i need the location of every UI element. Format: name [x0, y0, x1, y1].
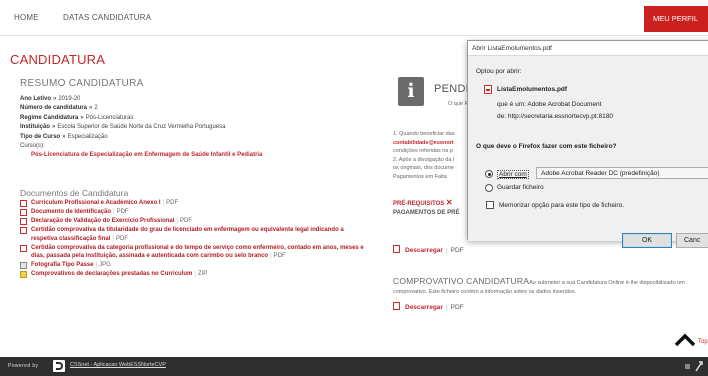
- nav-datas-candidatura[interactable]: DATAS CANDIDATURA: [63, 13, 151, 22]
- document-link[interactable]: Certidão comprovativa da titularidade do…: [31, 227, 344, 242]
- pdf-icon: [20, 208, 27, 216]
- application-select[interactable]: Adobe Acrobat Reader DC (predefinição): [536, 167, 708, 179]
- summary-row: Regime Candidatura» Pós-Licenciaturas: [20, 114, 134, 121]
- footer-link[interactable]: CSSnet - Aplicacao WebESSNorteCVP: [70, 362, 166, 368]
- question-label: O que deve o Firefox fazer com este fich…: [476, 143, 617, 150]
- email-link[interactable]: contabilidade@essnort: [393, 139, 473, 148]
- document-link[interactable]: Documento de Identificação: [31, 209, 111, 215]
- file-name: ListaEmolumentos.pdf: [497, 86, 568, 93]
- pagamentos-label: PAGAMENTOS DE PRÉ: [393, 210, 460, 216]
- meu-perfil-button[interactable]: MEU PERFIL: [644, 6, 708, 32]
- document-link[interactable]: Comprovativos de declarações prestadas n…: [31, 271, 192, 277]
- descarregar-link[interactable]: Descarregar: [405, 304, 443, 311]
- pdf-icon: [20, 217, 27, 225]
- course-name: Pós-Licenciatura de Especialização em En…: [31, 152, 263, 159]
- resumo-heading: RESUMO CANDIDATURA: [20, 78, 144, 89]
- download-row: Descarregar | PDF: [393, 245, 464, 254]
- pdf-icon: [484, 85, 492, 94]
- info-icon: i: [398, 77, 424, 106]
- abrir-com-radio[interactable]: [485, 170, 493, 178]
- ok-button[interactable]: OK: [622, 233, 672, 248]
- document-link[interactable]: Declaração de Validação do Exercício Pro…: [31, 218, 174, 224]
- document-item: Declaração de Validação do Exercício Pro…: [20, 217, 365, 226]
- document-link[interactable]: Curriculum Profissional e Académico Anex…: [31, 200, 161, 206]
- dialog-body: Optou por abrir: ListaEmolumentos.pdf qu…: [468, 55, 708, 248]
- pdf-icon: [393, 302, 400, 310]
- document-item: Comprovativos de declarações prestadas n…: [20, 270, 365, 279]
- abrir-com-label[interactable]: Abrir com: [497, 170, 529, 179]
- zip-icon: [20, 271, 27, 279]
- summary-row: Tipo de Curso» Especialização: [20, 133, 108, 140]
- cancel-button[interactable]: Canc: [676, 233, 708, 248]
- tray-icons: [685, 361, 703, 372]
- document-item: Certidão comprovativa da titularidade do…: [20, 226, 365, 244]
- summary-row: Número de candidatura» 2: [20, 105, 98, 112]
- guardar-label[interactable]: Guardar ficheiro: [497, 184, 544, 191]
- open-file-dialog: Abrir ListaEmolumentos.pdf Optou por abr…: [467, 40, 708, 248]
- descarregar-link[interactable]: Descarregar: [405, 247, 443, 254]
- candidature-summary: Ano Letivo» 2019-20 Número de candidatura…: [20, 95, 370, 161]
- close-icon: ✕: [445, 198, 453, 207]
- memorizar-checkbox[interactable]: [486, 201, 494, 209]
- pdf-icon: [20, 200, 27, 207]
- prerequisites-label: PRÉ-REQUISITOS: [393, 201, 445, 207]
- document-item: Fotografia Tipo Passe | JPG: [20, 261, 365, 270]
- summary-row: Instituição» Escola Superior de Saúde Nor…: [20, 124, 226, 131]
- instructions-text: 1. Quando beneficiar das contabilidade@e…: [393, 130, 473, 181]
- back-to-top-link[interactable]: Top: [674, 333, 708, 347]
- top-navbar: HOME DATAS CANDIDATURA MEU PERFIL: [0, 0, 708, 36]
- pdf-icon: [393, 245, 400, 253]
- comprovativo-section: COMPROVATIVO CANDIDATURAAo submeter a su…: [393, 276, 685, 296]
- comprovativo-heading: COMPROVATIVO CANDIDATURA: [393, 276, 530, 286]
- image-icon: [20, 262, 27, 270]
- powered-by-label: Powered by: [8, 363, 39, 369]
- nav-home[interactable]: HOME: [14, 13, 39, 22]
- page-title: CANDIDATURA: [10, 52, 106, 67]
- documents-list: Curriculum Profissional e Académico Anex…: [20, 199, 365, 279]
- file-source: de: http://secretaria.essnortecvp.pt:818…: [497, 113, 613, 120]
- dialog-title: Abrir ListaEmolumentos.pdf: [468, 41, 708, 55]
- summary-row: Ano Letivo» 2019-20: [20, 96, 81, 102]
- footer: Powered by CSSnet - Aplicacao WebESSNort…: [0, 357, 708, 376]
- document-link[interactable]: Fotografia Tipo Passe: [31, 262, 94, 268]
- document-item: Certidão comprovativa da categoria profi…: [20, 244, 365, 262]
- memorizar-label[interactable]: Memorizar opção para este tipo de fichei…: [499, 202, 624, 209]
- pdf-icon: [20, 226, 27, 234]
- cursos-label: Curso(s):: [20, 143, 45, 150]
- page: HOME DATAS CANDIDATURA MEU PERFIL CANDID…: [0, 0, 708, 376]
- document-item: Documento de Identificação | PDF: [20, 208, 365, 217]
- file-type: que é um: Adobe Acrobat Document: [497, 101, 602, 108]
- download-row: Descarregar | PDF: [393, 302, 464, 311]
- prerequisites: PRÉ-REQUISITOS ✕ PAGAMENTOS DE PRÉ: [393, 198, 459, 218]
- pdf-icon: [20, 244, 27, 252]
- optou-label: Optou por abrir:: [476, 68, 522, 75]
- cssnet-logo: [53, 360, 65, 372]
- guardar-radio[interactable]: [485, 184, 493, 192]
- document-link[interactable]: Certidão comprovativa da categoria profi…: [31, 245, 364, 260]
- documents-heading: Documentos de Candidatura: [20, 188, 129, 198]
- document-item: Curriculum Profissional e Académico Anex…: [20, 199, 365, 208]
- chevron-up-icon: [674, 333, 696, 347]
